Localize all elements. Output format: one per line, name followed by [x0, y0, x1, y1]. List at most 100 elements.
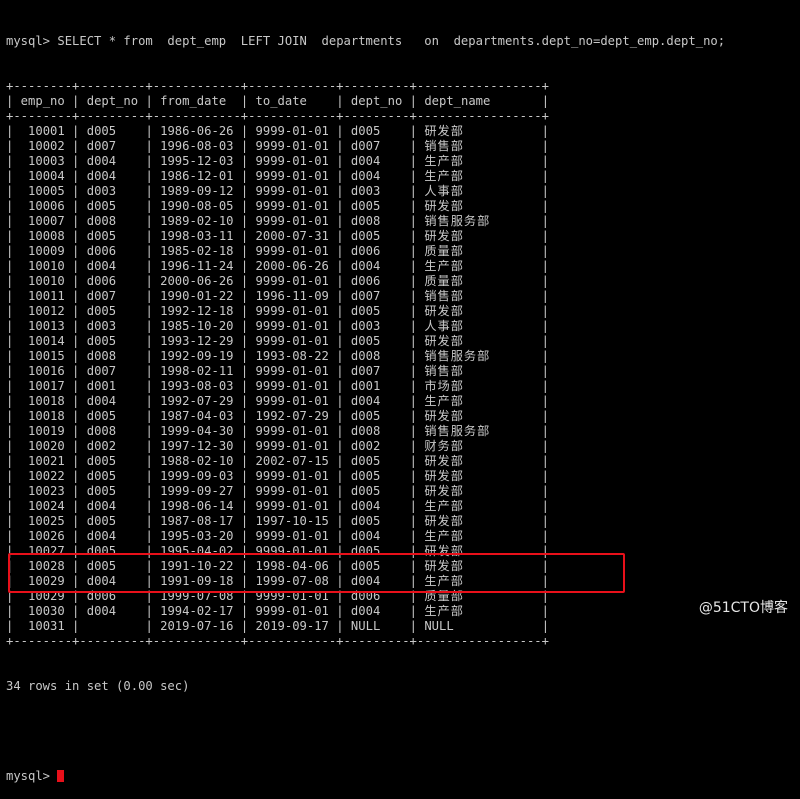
- input-line[interactable]: mysql>: [6, 769, 725, 784]
- table-cell: 2002-07-15: [248, 454, 337, 468]
- table-cell: 1999-09-03: [152, 469, 241, 483]
- table-row: | 10004 | d004 | 1986-12-01 | 9999-01-01…: [6, 169, 550, 183]
- table-cell: d005: [79, 409, 146, 423]
- table-row: | 10005 | d003 | 1989-09-12 | 9999-01-01…: [6, 184, 550, 198]
- column-header: emp_no: [13, 94, 73, 108]
- table-cell: 10021: [13, 454, 73, 468]
- table-cell: 1990-08-05: [152, 199, 241, 213]
- table-row: | 10003 | d004 | 1995-12-03 | 9999-01-01…: [6, 154, 550, 168]
- table-cell: d008: [79, 214, 146, 228]
- table-row: | 10002 | d007 | 1996-08-03 | 9999-01-01…: [6, 139, 550, 153]
- table-cell: 10008: [13, 229, 73, 243]
- table-cell: 9999-01-01: [248, 199, 337, 213]
- text-cursor: [57, 770, 65, 782]
- result-summary: 34 rows in set (0.00 sec): [6, 679, 190, 693]
- prompt: mysql>: [6, 769, 58, 783]
- table-cell: 9999-01-01: [248, 274, 337, 288]
- highlight-box: [8, 553, 625, 593]
- table-cell: 9999-01-01: [248, 184, 337, 198]
- table-cell: 1996-08-03: [152, 139, 241, 153]
- table-cell: d004: [343, 259, 410, 273]
- table-cell: 1997-12-30: [152, 439, 241, 453]
- table-cell: d006: [79, 244, 146, 258]
- table-cell: 1993-08-22: [248, 349, 337, 363]
- table-cell: 9999-01-01: [248, 379, 337, 393]
- table-cell: 10007: [13, 214, 73, 228]
- table-cell: d008: [343, 349, 410, 363]
- table-cell: d005: [79, 514, 146, 528]
- table-cell: 9999-01-01: [248, 469, 337, 483]
- column-header: dept_no: [79, 94, 146, 108]
- table-row: | 10016 | d007 | 1998-02-11 | 9999-01-01…: [6, 364, 550, 378]
- table-cell: d007: [79, 364, 146, 378]
- table-cell: d006: [343, 274, 410, 288]
- table-row: | 10030 | d004 | 1994-02-17 | 9999-01-01…: [6, 604, 550, 618]
- table-cell: 2019-09-17: [248, 619, 337, 633]
- table-cell: d005: [343, 514, 410, 528]
- table-cell: 9999-01-01: [248, 319, 337, 333]
- table-cell: d006: [343, 244, 410, 258]
- table-cell: d003: [343, 319, 410, 333]
- table-cell: 9999-01-01: [248, 139, 337, 153]
- table-cell: d006: [79, 274, 146, 288]
- table-row: | 10014 | d005 | 1993-12-29 | 9999-01-01…: [6, 334, 550, 348]
- table-row: | 10020 | d002 | 1997-12-30 | 9999-01-01…: [6, 439, 550, 453]
- table-cell: 10031: [13, 619, 73, 633]
- watermark: @51CTO博客: [698, 600, 788, 616]
- table-cell: 10018: [13, 409, 73, 423]
- table-cell: 10025: [13, 514, 73, 528]
- table-cell: 1989-09-12: [152, 184, 241, 198]
- table-cell: d004: [79, 394, 146, 408]
- table-cell: 人事部: [424, 184, 464, 198]
- table-cell: 10022: [13, 469, 73, 483]
- table-cell: 研发部: [424, 124, 464, 138]
- table-cell: 10015: [13, 349, 73, 363]
- table-cell: 1993-12-29: [152, 334, 241, 348]
- table-row: | 10018 | d004 | 1992-07-29 | 9999-01-01…: [6, 394, 550, 408]
- table-cell: 1990-01-22: [152, 289, 241, 303]
- table-cell: 2019-07-16: [152, 619, 241, 633]
- table-cell: 销售部: [424, 289, 464, 303]
- table-cell: 10024: [13, 499, 73, 513]
- table-row: | 10031 | | 2019-07-16 | 2019-09-17 | NU…: [6, 619, 550, 633]
- table-cell: d008: [343, 424, 410, 438]
- table-cell: 生产部: [424, 394, 464, 408]
- table-cell: d007: [343, 139, 410, 153]
- table-cell: 1988-02-10: [152, 454, 241, 468]
- table-cell: 生产部: [424, 154, 464, 168]
- table-row: | 10022 | d005 | 1999-09-03 | 9999-01-01…: [6, 469, 550, 483]
- table-cell: 研发部: [424, 484, 464, 498]
- table-cell: d008: [79, 349, 146, 363]
- table-cell: 质量部: [424, 274, 464, 288]
- table-cell: 1989-02-10: [152, 214, 241, 228]
- table-cell: 10009: [13, 244, 73, 258]
- table-cell: d007: [343, 364, 410, 378]
- table-border: +--------+---------+------------+-------…: [6, 109, 549, 123]
- table-cell: d004: [343, 394, 410, 408]
- table-cell: 市场部: [424, 379, 464, 393]
- table-cell: 10013: [13, 319, 73, 333]
- table-row: | 10025 | d005 | 1987-08-17 | 1997-10-15…: [6, 514, 550, 528]
- table-cell: 1986-06-26: [152, 124, 241, 138]
- table-cell: 10017: [13, 379, 73, 393]
- table-cell: 研发部: [424, 514, 464, 528]
- table-cell: 销售服务部: [424, 424, 491, 438]
- table-cell: 9999-01-01: [248, 334, 337, 348]
- table-cell: 1994-02-17: [152, 604, 241, 618]
- table-row: | 10026 | d004 | 1995-03-20 | 9999-01-01…: [6, 529, 550, 543]
- table-cell: 1992-12-18: [152, 304, 241, 318]
- table-cell: d005: [79, 199, 146, 213]
- table-cell: 9999-01-01: [248, 439, 337, 453]
- table-cell: d005: [343, 484, 410, 498]
- table-row: | 10013 | d003 | 1985-10-20 | 9999-01-01…: [6, 319, 550, 333]
- table-cell: d007: [79, 289, 146, 303]
- table-cell: d004: [343, 169, 410, 183]
- table-cell: d005: [79, 469, 146, 483]
- table-cell: 10010: [13, 274, 73, 288]
- table-cell: 10001: [13, 124, 73, 138]
- table-cell: 9999-01-01: [248, 364, 337, 378]
- table-cell: d005: [343, 304, 410, 318]
- table-row: | 10015 | d008 | 1992-09-19 | 1993-08-22…: [6, 349, 549, 363]
- table-cell: 财务部: [424, 439, 464, 453]
- table-cell: d005: [343, 229, 410, 243]
